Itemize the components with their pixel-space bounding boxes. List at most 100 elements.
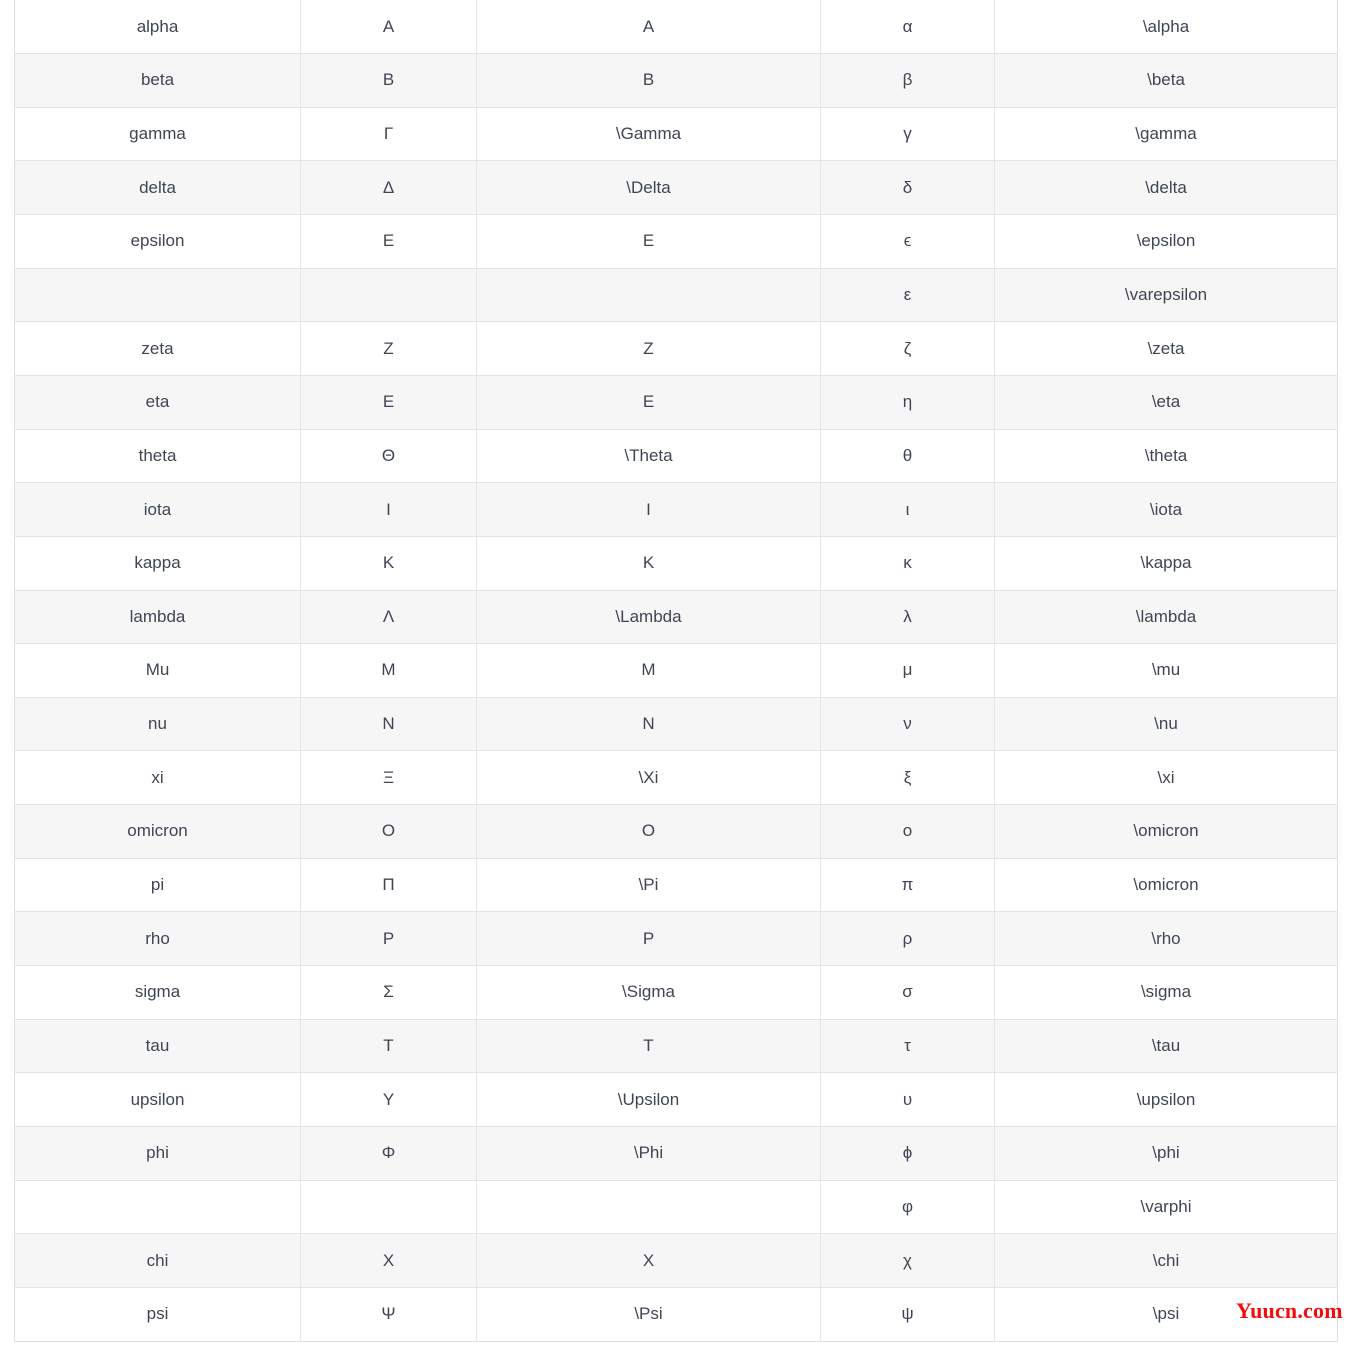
cell-lowercase_symbol: β xyxy=(820,53,995,108)
table-row: upsilon Υ \Upsilon υ \upsilon xyxy=(14,1072,1338,1127)
cell-uppercase_latex: X xyxy=(476,1233,821,1288)
cell-name: delta xyxy=(14,160,301,216)
cell-lowercase_latex: \theta xyxy=(994,429,1338,484)
cell-name: sigma xyxy=(14,965,301,1020)
cell-name: iota xyxy=(14,482,301,537)
cell-name: omicron xyxy=(14,804,301,859)
table-row: eta Ε Eη \eta xyxy=(14,375,1338,430)
cell-uppercase_latex: \Theta xyxy=(476,429,821,484)
table-row: beta Β Bβ \beta xyxy=(14,53,1338,108)
cell-uppercase_latex: \Lambda xyxy=(476,590,821,645)
cell-name: xi xyxy=(14,750,301,806)
cell-uppercase_latex: O xyxy=(476,804,821,859)
cell-uppercase_latex: \Xi xyxy=(476,750,821,806)
cell-lowercase_symbol: κ xyxy=(820,536,995,591)
cell-lowercase_latex: \delta xyxy=(994,160,1338,216)
cell-lowercase_symbol: χ xyxy=(820,1233,995,1288)
table-row: delta Δ \Delta δ \delta xyxy=(14,160,1338,216)
cell-uppercase_symbol: Ρ xyxy=(300,911,477,967)
cell-lowercase_symbol: α xyxy=(820,0,995,55)
cell-lowercase_latex: \lambda xyxy=(994,590,1338,645)
cell-name: theta xyxy=(14,429,301,484)
cell-name: nu xyxy=(14,697,301,752)
cell-uppercase_symbol: Ε xyxy=(300,375,477,430)
cell-lowercase_latex: \sigma xyxy=(994,965,1338,1020)
table-row: psi Ψ \Psi ψ \psi xyxy=(14,1287,1338,1342)
table-row: alpha Α Aα \alpha xyxy=(14,0,1338,55)
cell-uppercase_symbol: Υ xyxy=(300,1072,477,1127)
cell-lowercase_symbol: ε xyxy=(820,268,995,323)
table-row: φ \varphi xyxy=(14,1180,1338,1235)
cell-uppercase_latex: P xyxy=(476,911,821,967)
cell-lowercase_symbol: σ xyxy=(820,965,995,1020)
cell-lowercase_latex: \omicron xyxy=(994,804,1338,859)
cell-name: psi xyxy=(14,1287,301,1342)
cell-lowercase_symbol: φ xyxy=(820,1180,995,1235)
table-row: sigma Σ \Sigma σ \sigma xyxy=(14,965,1338,1020)
cell-uppercase_symbol: Δ xyxy=(300,160,477,216)
cell-lowercase_latex: \phi xyxy=(994,1126,1338,1181)
greek-letters-table: alpha Α Aα \alpha beta Β Bβ \beta gamma Γ \Gamma γ \… xyxy=(14,0,1338,1342)
cell-lowercase_symbol: δ xyxy=(820,160,995,216)
table-row: chi Χ Xχ \chi xyxy=(14,1233,1338,1288)
cell-name: epsilon xyxy=(14,214,301,269)
cell-lowercase_symbol: ϵ xyxy=(820,214,995,269)
cell-name: kappa xyxy=(14,536,301,591)
cell-lowercase_symbol: ρ xyxy=(820,911,995,967)
cell-lowercase_latex: \iota xyxy=(994,482,1338,537)
cell-uppercase_symbol: Σ xyxy=(300,965,477,1020)
cell-uppercase_latex xyxy=(476,1180,821,1235)
cell-lowercase_symbol: ψ xyxy=(820,1287,995,1342)
table-row: epsilon Ε Eϵ \epsilon xyxy=(14,214,1338,269)
greek-letters-table-container: alpha Α Aα \alpha beta Β Bβ \beta gamma Γ \Gamma γ \… xyxy=(14,0,1338,1342)
cell-lowercase_symbol: ζ xyxy=(820,321,995,376)
table-row: iota Ι Iι \iota xyxy=(14,482,1338,537)
cell-name: zeta xyxy=(14,321,301,376)
table-row: zeta Ζ Zζ \zeta xyxy=(14,321,1338,376)
cell-name: phi xyxy=(14,1126,301,1181)
cell-uppercase_symbol: Τ xyxy=(300,1019,477,1074)
cell-uppercase_symbol: Θ xyxy=(300,429,477,484)
cell-lowercase_latex: \mu xyxy=(994,643,1338,698)
cell-uppercase_symbol: Α xyxy=(300,0,477,55)
cell-lowercase_symbol: γ xyxy=(820,107,995,162)
cell-lowercase_latex: \nu xyxy=(994,697,1338,752)
cell-lowercase_symbol: ϕ xyxy=(820,1126,995,1181)
cell-lowercase_latex: \varphi xyxy=(994,1180,1338,1235)
cell-uppercase_latex: \Delta xyxy=(476,160,821,216)
cell-lowercase_latex: \psi xyxy=(994,1287,1338,1342)
table-row: ε \varepsilon xyxy=(14,268,1338,323)
table-row: nu Ν Nν \nu xyxy=(14,697,1338,752)
cell-lowercase_latex: \xi xyxy=(994,750,1338,806)
cell-uppercase_symbol: Ι xyxy=(300,482,477,537)
table-row: lambda Λ \Lambda λ \lambda xyxy=(14,590,1338,645)
cell-name: tau xyxy=(14,1019,301,1074)
cell-uppercase_symbol: Γ xyxy=(300,107,477,162)
cell-lowercase_symbol: θ xyxy=(820,429,995,484)
table-row: gamma Γ \Gamma γ \gamma xyxy=(14,107,1338,162)
cell-lowercase_latex: \tau xyxy=(994,1019,1338,1074)
cell-uppercase_latex: E xyxy=(476,214,821,269)
cell-uppercase_symbol: Φ xyxy=(300,1126,477,1181)
cell-lowercase_latex: \chi xyxy=(994,1233,1338,1288)
cell-lowercase_latex: \beta xyxy=(994,53,1338,108)
cell-uppercase_latex: \Sigma xyxy=(476,965,821,1020)
cell-uppercase_symbol: Π xyxy=(300,858,477,913)
cell-uppercase_latex: E xyxy=(476,375,821,430)
cell-uppercase_symbol: Ζ xyxy=(300,321,477,376)
cell-lowercase_symbol: ξ xyxy=(820,750,995,806)
cell-uppercase_symbol: Β xyxy=(300,53,477,108)
table-row: theta Θ \Theta θ \theta xyxy=(14,429,1338,484)
cell-uppercase_symbol: Ε xyxy=(300,214,477,269)
cell-uppercase_symbol: Χ xyxy=(300,1233,477,1288)
cell-name xyxy=(14,1180,301,1235)
cell-name xyxy=(14,268,301,323)
cell-uppercase_latex xyxy=(476,268,821,323)
cell-uppercase_symbol xyxy=(300,268,477,323)
cell-uppercase_latex: A xyxy=(476,0,821,55)
cell-lowercase_symbol: υ xyxy=(820,1072,995,1127)
cell-uppercase_latex: N xyxy=(476,697,821,752)
cell-name: beta xyxy=(14,53,301,108)
cell-uppercase_latex: \Psi xyxy=(476,1287,821,1342)
cell-uppercase_symbol: Κ xyxy=(300,536,477,591)
